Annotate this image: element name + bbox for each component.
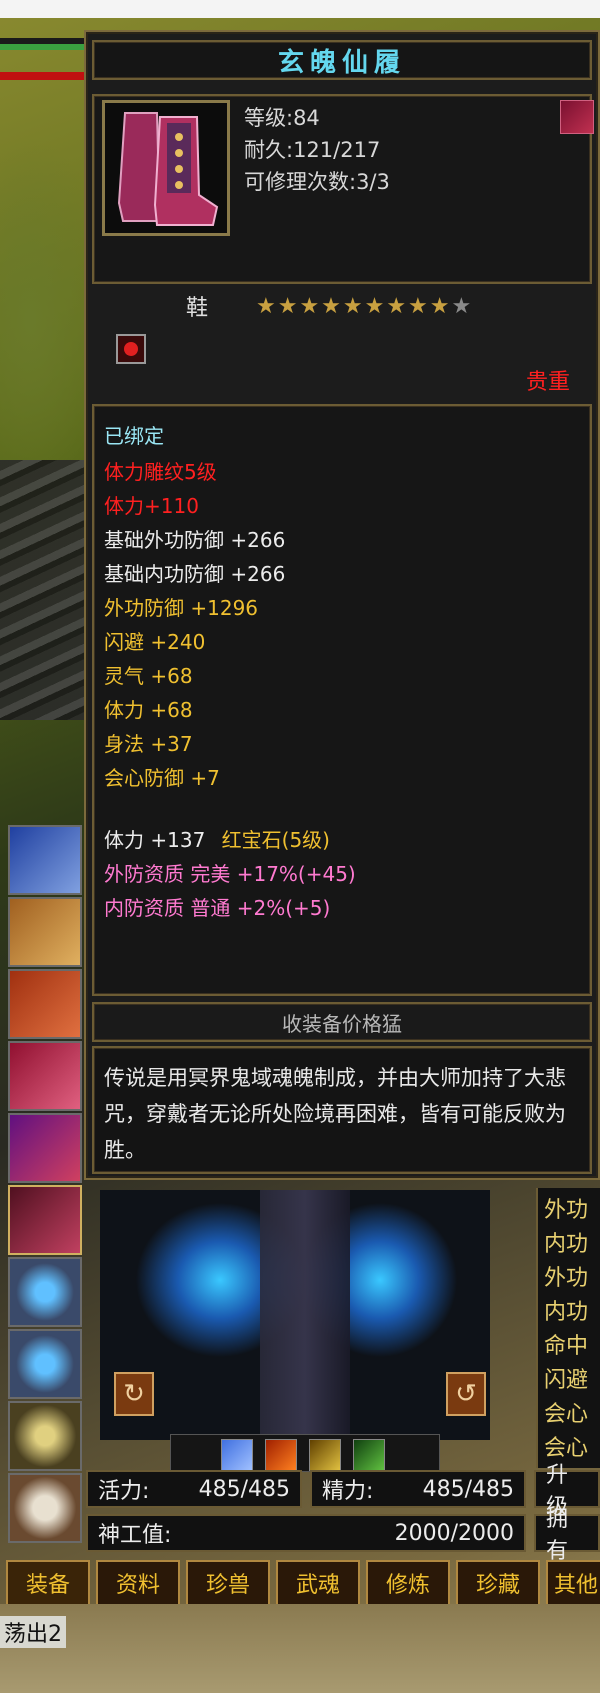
vitality-value: 485/485 <box>198 1476 290 1502</box>
slot-row: 鞋 ★★★★★★★★★★ 贵重 <box>92 284 592 406</box>
boots-icon <box>102 100 230 236</box>
description-box: 传说是用冥界鬼域魂魄制成，并由大师加持了大悲咒，穿戴者无论所处险境再困难，皆有可… <box>92 1046 592 1174</box>
slot-helmet-icon[interactable] <box>8 897 82 967</box>
roof-tiles <box>0 460 90 720</box>
gem-attribute: 体力 +137 红宝石(5级) <box>104 824 330 853</box>
energy-label: 精力: <box>322 1479 374 1504</box>
item-slot-type: 鞋 <box>186 296 209 321</box>
rarity-label: 贵重 <box>525 370 570 395</box>
tab-profile[interactable]: 资料 <box>96 1560 180 1606</box>
enchant-icon <box>560 100 594 134</box>
attribute-box: 已绑定 体力雕纹5级 体力+110 基础外功防御 +266 基础内功防御 +266 外功… <box>92 404 592 996</box>
price-text: 收装备价格猛 <box>282 1011 402 1036</box>
title-bar: 玄魄仙履 <box>92 40 592 80</box>
stat-label: 命中 <box>544 1334 589 1359</box>
attribute-line: 灵气 +68 <box>104 664 193 688</box>
equipment-slots <box>8 825 82 1555</box>
slot-armor-icon[interactable] <box>8 1113 82 1183</box>
skill-fire-icon[interactable] <box>265 1439 297 1471</box>
star-rating: ★★★★★★★★★★ <box>256 294 473 319</box>
gem-name: 红宝石(5级) <box>221 828 330 852</box>
tab-pets[interactable]: 珍兽 <box>186 1560 270 1606</box>
item-repairs: 可修理次数:3/3 <box>244 170 390 194</box>
rotate-right-button[interactable]: ↺ <box>446 1372 486 1416</box>
character-model-view[interactable] <box>100 1190 490 1440</box>
rotate-left-button[interactable]: ↻ <box>114 1372 154 1416</box>
stat-label: 外功 <box>544 1198 589 1223</box>
price-bar: 收装备价格猛 <box>92 1002 592 1042</box>
attribute-line: 外功防御 +1296 <box>104 596 259 620</box>
attribute-line: 基础外功防御 +266 <box>104 528 286 552</box>
vitality-label: 活力: <box>98 1479 150 1504</box>
shengong-bar: 神工值: 2000/2000 <box>86 1514 526 1552</box>
item-info-box: 等级:84 耐久:121/217 可修理次数:3/3 <box>92 94 592 284</box>
top-strip <box>0 0 600 18</box>
skill-poison-icon[interactable] <box>353 1439 385 1471</box>
item-durability: 耐久:121/217 <box>244 138 381 162</box>
tab-other[interactable]: 其他 <box>546 1560 600 1606</box>
attribute-line: 基础内功防御 +266 <box>104 562 286 586</box>
stat-label: 内功 <box>544 1232 589 1257</box>
skill-star-icon[interactable] <box>221 1439 253 1471</box>
mp-bar <box>0 72 90 80</box>
quality-outer: 外防资质 完美 +17%(+45) <box>104 862 356 886</box>
energy-bar: 精力: 485/485 <box>310 1470 526 1508</box>
own-label: 拥有 <box>534 1507 600 1564</box>
slot-boots-icon[interactable] <box>8 1185 82 1255</box>
attribute-line: 体力雕纹5级 <box>104 460 217 484</box>
shengong-label: 神工值: <box>98 1523 172 1548</box>
skill-lightning-icon[interactable] <box>309 1439 341 1471</box>
character-figure <box>260 1190 350 1440</box>
slot-amulet-icon[interactable] <box>8 1473 82 1543</box>
gem-socket-icon <box>116 334 146 364</box>
stat-label: 内功 <box>544 1300 589 1325</box>
tab-bar: 装备 资料 珍兽 武魂 修炼 珍藏 其他 <box>0 1560 600 1606</box>
vitality-bar: 活力: 485/485 <box>86 1470 302 1508</box>
empty-star: ★ <box>451 294 474 319</box>
attribute-line: 会心防御 +7 <box>104 766 220 790</box>
tab-warsoul[interactable]: 武魂 <box>276 1560 360 1606</box>
filled-stars: ★★★★★★★★★ <box>256 294 452 319</box>
item-level: 等级:84 <box>244 106 320 130</box>
tab-collection[interactable]: 珍藏 <box>456 1560 540 1606</box>
chat-text: 荡出2 <box>0 1616 66 1648</box>
shengong-value: 2000/2000 <box>394 1520 514 1546</box>
slot-ring-1-icon[interactable] <box>8 1257 82 1327</box>
stats-column: 外功 内功 外功 内功 命中 闪避 会心 会心 <box>536 1188 600 1468</box>
attribute-line: 闪避 +240 <box>104 630 206 654</box>
attribute-line: 身法 +37 <box>104 732 193 756</box>
energy-value: 485/485 <box>422 1476 514 1502</box>
gem-attribute-value: 体力 +137 <box>104 828 206 852</box>
attribute-line: 体力+110 <box>104 494 199 518</box>
quality-inner: 内防资质 普通 +2%(+5) <box>104 896 331 920</box>
item-name: 玄魄仙履 <box>277 47 406 78</box>
item-description: 传说是用冥界鬼域魂魄制成，并由大师加持了大悲咒，穿戴者无论所处险境再困难，皆有可… <box>104 1066 566 1162</box>
tab-equipment[interactable]: 装备 <box>6 1560 90 1606</box>
item-tooltip: 玄魄仙履 等级:84 耐久:121/217 可修理次数:3/3 鞋 ★★★★★★… <box>84 30 600 1180</box>
slot-gloves-icon[interactable] <box>8 1041 82 1111</box>
stat-label: 外功 <box>544 1266 589 1291</box>
slot-ring-2-icon[interactable] <box>8 1329 82 1399</box>
slot-weapon-icon[interactable] <box>8 825 82 895</box>
slot-necklace-icon[interactable] <box>8 1401 82 1471</box>
stat-label: 闪避 <box>544 1368 589 1393</box>
stat-label: 会心 <box>544 1402 589 1427</box>
attribute-line: 体力 +68 <box>104 698 193 722</box>
hp-bar <box>0 44 90 50</box>
tab-cultivation[interactable]: 修炼 <box>366 1560 450 1606</box>
ground-texture <box>0 1604 600 1693</box>
slot-wrist-icon[interactable] <box>8 969 82 1039</box>
bound-status: 已绑定 <box>104 424 164 448</box>
skill-icon-bar <box>170 1434 440 1472</box>
